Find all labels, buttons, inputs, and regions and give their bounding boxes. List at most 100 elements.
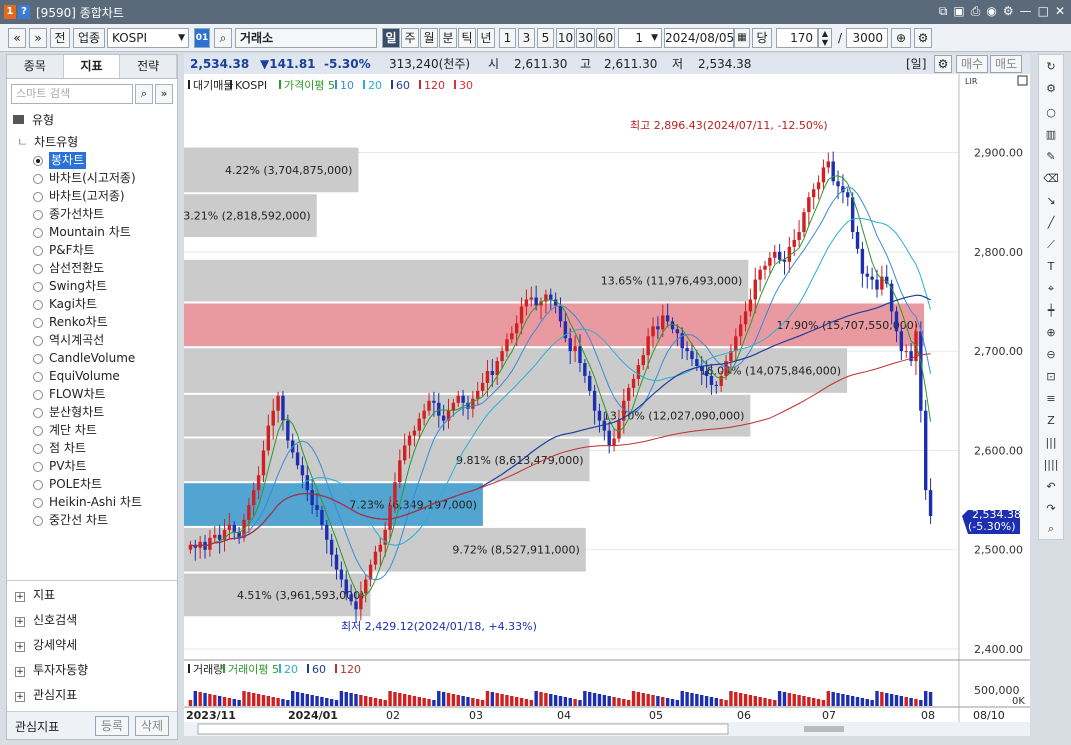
interval-10[interactable]: 10 <box>556 28 575 48</box>
group-investor[interactable]: + 투자자동향 <box>15 660 88 680</box>
gear-icon[interactable]: ⚙ <box>1003 4 1014 19</box>
pen-icon[interactable]: ✎ <box>1043 149 1059 165</box>
scale-toggle: LIR <box>965 77 978 86</box>
candle-icon[interactable]: ┿ <box>1043 303 1059 319</box>
undo-icon[interactable]: ↶ <box>1043 479 1059 495</box>
sell-button[interactable]: 매도 <box>990 55 1022 73</box>
zoom-box-icon[interactable]: ⊡ <box>1043 369 1059 385</box>
eraser-icon[interactable]: ⌫ <box>1043 171 1059 187</box>
bars-stepper[interactable]: ▲ ▼ <box>818 28 832 48</box>
chart-type-item[interactable]: Swing차트 <box>33 278 107 295</box>
chart-type-item[interactable]: 바차트(고저종) <box>33 188 125 205</box>
maximize-icon[interactable]: □ <box>1038 4 1049 19</box>
interval-3[interactable]: 3 <box>518 28 535 48</box>
period-year[interactable]: 년 <box>477 28 495 48</box>
chart-type-item[interactable]: P&F차트 <box>33 242 95 259</box>
chart-type-item[interactable]: 역시계곡선 <box>33 332 104 349</box>
redo-icon[interactable]: ↷ <box>1043 501 1059 517</box>
lines-icon[interactable]: ≡ <box>1043 391 1059 407</box>
auto-line-icon[interactable]: ⟋ <box>1043 237 1059 253</box>
print-icon[interactable]: ⎙ <box>971 4 981 19</box>
save-icon[interactable]: ▣ <box>953 4 964 19</box>
interval-5[interactable]: 5 <box>537 28 554 48</box>
chart-type-item[interactable]: EquiVolume <box>33 368 120 385</box>
max-input[interactable]: 3000 <box>846 28 888 48</box>
group-type[interactable]: 유형 <box>13 111 54 129</box>
interval-60[interactable]: 60 <box>596 28 615 48</box>
group-favorite[interactable]: + 관심지표 <box>15 685 77 705</box>
chart-type-item[interactable]: Mountain 차트 <box>33 224 131 241</box>
bars-input[interactable]: 170 <box>776 28 818 48</box>
period-day[interactable]: 일 <box>382 28 400 48</box>
chart-type-item[interactable]: PV차트 <box>33 458 87 475</box>
nav-down-button[interactable]: » <box>29 28 47 48</box>
link-icon[interactable]: ⧉ <box>939 4 948 19</box>
chart-type-item[interactable]: 분산형차트 <box>33 404 104 421</box>
jeon-button[interactable]: 전 <box>50 28 70 48</box>
settings-icon[interactable]: ⚙ <box>934 55 952 73</box>
zoom-plus-icon[interactable]: ⊕ <box>891 28 911 48</box>
date-input[interactable]: 2024/08/05 <box>664 28 734 48</box>
fib-icon[interactable]: ⌖ <box>1043 281 1059 297</box>
category-button[interactable]: 업종 <box>73 28 105 48</box>
group-indicator[interactable]: + 지표 <box>15 585 55 605</box>
period-minute[interactable]: 분 <box>439 28 457 48</box>
chart-type-item[interactable]: 계단 차트 <box>33 422 97 439</box>
code-search-button[interactable]: 01 <box>194 28 210 48</box>
chart-type-item[interactable]: POLE차트 <box>33 476 102 493</box>
chart-type-item[interactable]: Kagi차트 <box>33 296 97 313</box>
zigzag-icon[interactable]: Z <box>1043 413 1059 429</box>
refresh-icon[interactable]: ↻ <box>1043 59 1059 75</box>
circle-icon[interactable]: ○ <box>1043 105 1059 121</box>
close-icon[interactable]: ✕ <box>1055 4 1065 19</box>
search-icon[interactable]: ⌕ <box>135 84 153 104</box>
chart-area[interactable]: 대기매물 KOSPI 가격이평 5 10 20 60 120 30 LIR 2,900.00 2,8… <box>183 74 1030 736</box>
magnifier-icon[interactable]: ⌕ <box>1043 521 1059 537</box>
search-icon[interactable]: ⌕ <box>214 28 232 48</box>
chart-type-item[interactable]: 종가선차트 <box>33 206 104 223</box>
period-tick[interactable]: 틱 <box>458 28 476 48</box>
camera-icon[interactable]: ◉ <box>986 4 996 19</box>
chart-type-item[interactable]: CandleVolume <box>33 350 135 367</box>
tab-strategy[interactable]: 전략 <box>120 55 178 78</box>
arrow-icon[interactable]: ↘ <box>1043 193 1059 209</box>
chart-type-item[interactable]: 봉차트 <box>33 152 87 169</box>
tab-item[interactable]: 종목 <box>7 55 64 78</box>
group-signal[interactable]: + 신호검색 <box>15 610 77 630</box>
chart-type-item[interactable]: 삼선전환도 <box>33 260 104 277</box>
settings-icon[interactable]: ⚙ <box>914 28 932 48</box>
register-button[interactable]: 등록 <box>95 716 129 736</box>
volume-bar <box>646 694 650 706</box>
interval-1[interactable]: 1 <box>499 28 516 48</box>
chart-icon[interactable]: ▥ <box>1043 127 1059 143</box>
chart-type-item[interactable]: 바차트(시고저종) <box>33 170 136 187</box>
chevron-down-icon[interactable]: » <box>155 84 173 104</box>
tab-indicator[interactable]: 지표 <box>63 55 121 78</box>
nav-prev-button[interactable]: « <box>8 28 26 48</box>
line-icon[interactable]: ╱ <box>1043 215 1059 231</box>
interval-30[interactable]: 30 <box>576 28 595 48</box>
calendar-icon[interactable]: ▦ <box>734 28 750 48</box>
period-week[interactable]: 주 <box>401 28 419 48</box>
chart-type-item[interactable]: Renko차트 <box>33 314 108 331</box>
bars-icon[interactable]: ||| <box>1043 435 1059 451</box>
zoom-in-icon[interactable]: ⊕ <box>1043 325 1059 341</box>
zoom-out-icon[interactable]: ⊖ <box>1043 347 1059 363</box>
bars2-icon[interactable]: |||| <box>1043 457 1059 473</box>
chart-type-item[interactable]: Heikin-Ashi 차트 <box>33 494 142 511</box>
delete-button[interactable]: 삭제 <box>135 716 169 736</box>
chart-type-item[interactable]: 점 차트 <box>33 440 86 457</box>
period-month[interactable]: 월 <box>420 28 438 48</box>
price-chart[interactable]: 대기매물 KOSPI 가격이평 5 10 20 60 120 30 LIR 2,900.00 2,8… <box>183 74 1030 736</box>
buy-button[interactable]: 매수 <box>956 55 988 73</box>
text-icon[interactable]: T <box>1043 259 1059 275</box>
gear-icon[interactable]: ⚙ <box>1043 81 1059 97</box>
code-select[interactable]: KOSPI ▼ <box>107 28 189 48</box>
group-strength[interactable]: + 강세약세 <box>15 635 77 655</box>
count-select[interactable]: 1 ▼ <box>618 28 662 48</box>
chart-type-item[interactable]: 중간선 차트 <box>33 512 108 529</box>
subgroup-chart-type[interactable]: ㄴ 차트유형 <box>17 133 78 151</box>
minimize-icon[interactable]: — <box>1020 4 1032 19</box>
smart-search-input[interactable]: 스마트 검색 <box>11 84 133 104</box>
chart-type-item[interactable]: FLOW차트 <box>33 386 106 403</box>
